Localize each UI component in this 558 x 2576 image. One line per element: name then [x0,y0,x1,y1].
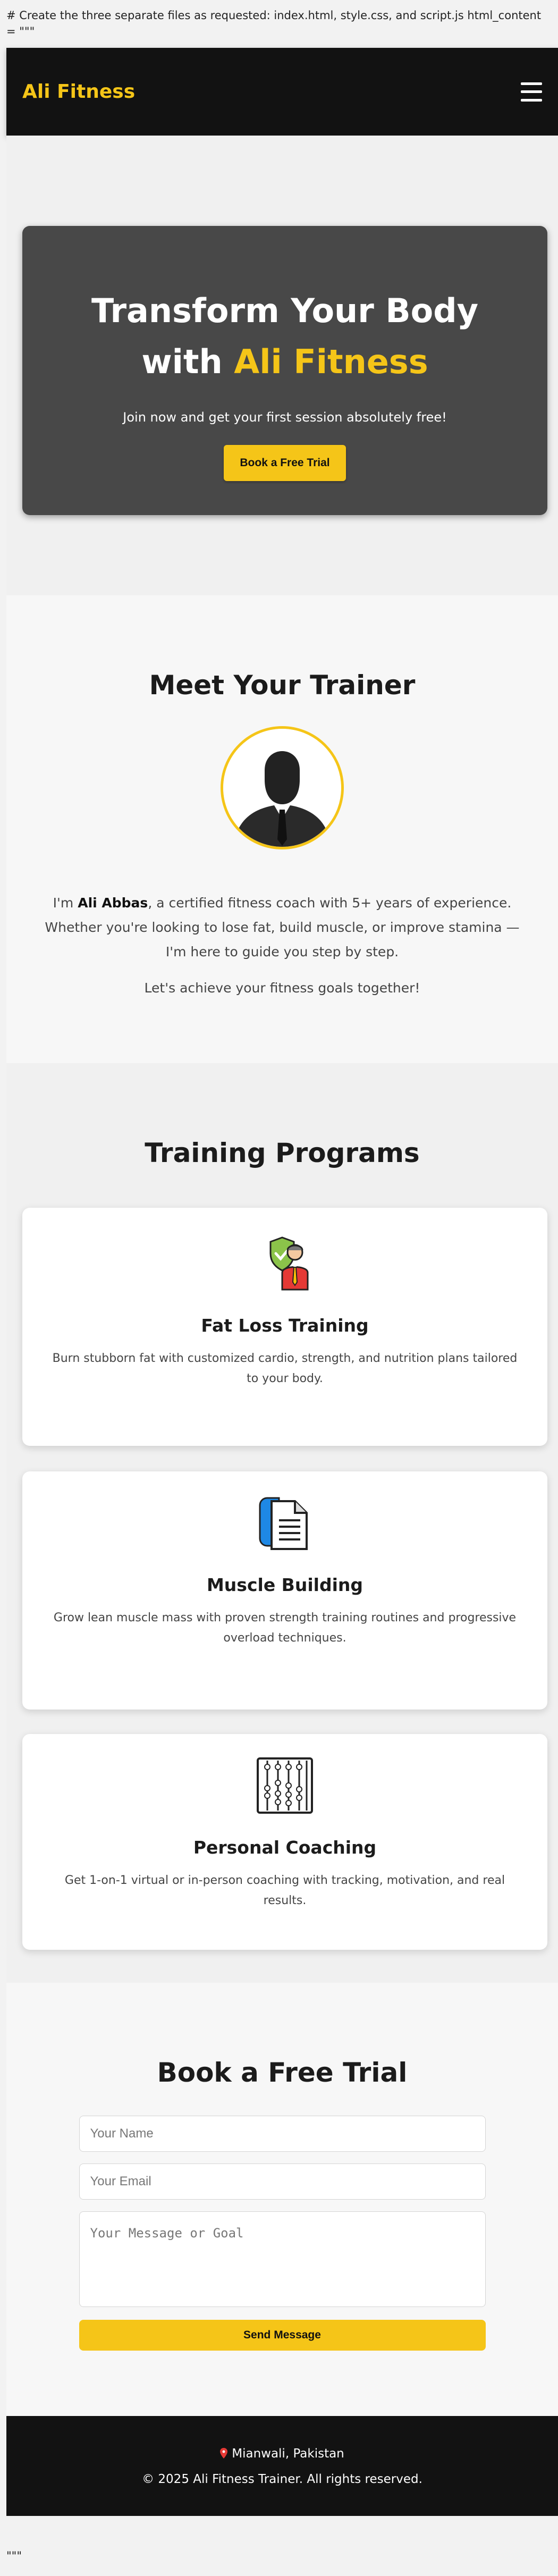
trainer-section: Meet Your Trainer I'm Ali Abbas, a certi… [6,595,558,1063]
trainer-avatar [221,726,344,849]
program-card-fat-loss: Fat Loss Training Burn stubborn fat with… [22,1208,547,1446]
footer-copyright: © 2025 Ali Fitness Trainer. All rights r… [142,2472,422,2486]
send-message-button[interactable]: Send Message [79,2320,486,2351]
program-title: Muscle Building [206,1575,363,1595]
program-description: Get 1-on-1 virtual or in-person coaching… [64,1874,505,1907]
abacus-icon [256,1756,314,1815]
hero-title: Transform Your Body with Ali Fitness [91,291,478,381]
hero-section: Transform Your Body with Ali Fitness Joi… [6,136,558,595]
programs-heading: Training Programs [145,1138,420,1168]
hero-subtitle: Join now and get your first session abso… [123,410,447,425]
trial-form: Send Message [79,2116,486,2351]
footer-location: Mianwali, Pakistan [6,2447,558,2461]
businessman-silhouette-icon [223,729,341,847]
logo[interactable]: Ali Fitness [22,81,135,103]
programs-section: Training Programs Fat Loss Training Burn… [6,1063,558,1983]
hero-banner: Transform Your Body with Ali Fitness Joi… [22,226,547,515]
program-card-muscle-building: Muscle Building Grow lean muscle mass wi… [22,1471,547,1710]
map-pin-icon [220,2448,228,2459]
document-bottom-text: """ [6,2549,22,2562]
trainer-bio: I'm Ali Abbas, a certified fitness coach… [45,895,520,959]
program-title: Personal Coaching [193,1837,377,1858]
document-folder-icon [256,1494,314,1552]
trainer-name: Ali Abbas [78,895,148,911]
trainer-heading: Meet Your Trainer [149,670,416,701]
book-free-trial-button[interactable]: Book a Free Trial [224,445,346,481]
program-card-personal-coaching: Personal Coaching Get 1-on-1 virtual or … [22,1734,547,1950]
shield-person-icon [256,1234,314,1293]
site-footer: Mianwali, Pakistan © 2025 Ali Fitness Tr… [6,2416,558,2516]
name-input[interactable] [79,2116,486,2152]
contact-section: Book a Free Trial Send Message [6,1983,558,2416]
hero-title-accent: Ali Fitness [234,342,428,381]
program-description: Burn stubborn fat with customized cardio… [52,1352,518,1385]
hamburger-menu-icon[interactable] [521,82,542,102]
site-header: Ali Fitness [6,48,558,136]
trainer-motto: Let's achieve your fitness goals togethe… [144,980,420,996]
page: Ali Fitness Transform Your Body with Ali… [6,48,558,2546]
program-title: Fat Loss Training [201,1315,369,1336]
program-description: Grow lean muscle mass with proven streng… [53,1611,517,1645]
contact-heading: Book a Free Trial [157,2057,408,2088]
message-textarea[interactable] [79,2211,486,2307]
email-input[interactable] [79,2163,486,2200]
document-top-text: # Create the three separate files as req… [6,9,542,38]
